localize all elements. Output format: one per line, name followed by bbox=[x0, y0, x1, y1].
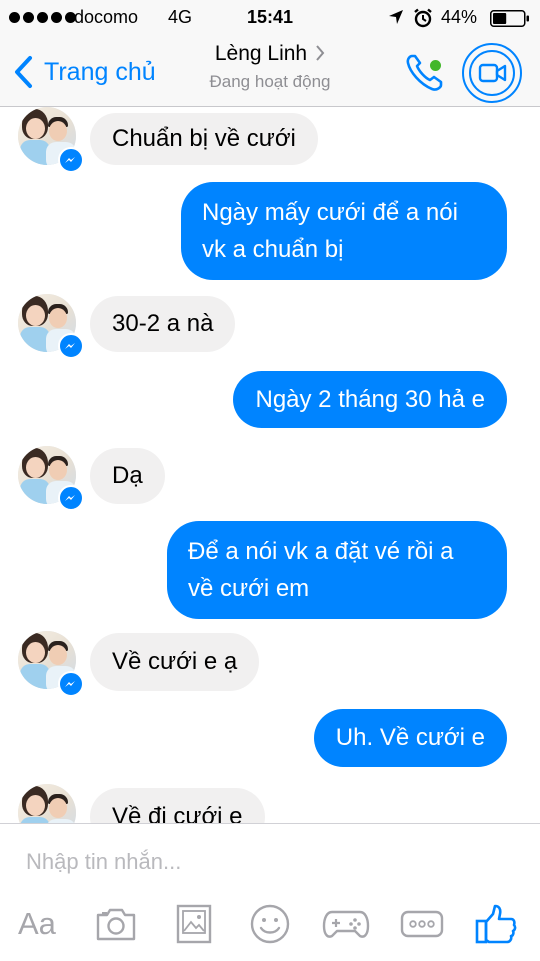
camera-button[interactable] bbox=[94, 902, 138, 946]
header: docomo 4G 15:41 44% Trang chủ Lèng Linh … bbox=[0, 0, 540, 107]
like-icon bbox=[475, 904, 517, 944]
video-call-button[interactable] bbox=[462, 43, 522, 103]
outgoing-message[interactable]: Ngày mấy cưới để a nói vk a chuẩn bị bbox=[181, 182, 507, 280]
back-label: Trang chủ bbox=[44, 57, 156, 86]
message-input[interactable] bbox=[26, 844, 506, 880]
messenger-badge-icon bbox=[58, 147, 84, 173]
like-button[interactable] bbox=[474, 902, 518, 946]
outgoing-message[interactable]: Để a nói vk a đặt vé rồi a về cưới em bbox=[167, 521, 507, 619]
photo-gallery-button[interactable] bbox=[172, 902, 216, 946]
message-thread[interactable]: Chuẩn bị về cưới Ngày mấy cưới để a nói … bbox=[0, 107, 540, 823]
back-button[interactable]: Trang chủ bbox=[12, 52, 156, 92]
alarm-icon bbox=[414, 8, 432, 28]
contact-avatar[interactable] bbox=[18, 784, 76, 823]
incoming-message[interactable]: 30-2 a nà bbox=[90, 296, 236, 352]
outgoing-message[interactable]: Ngày 2 tháng 30 hả e bbox=[233, 371, 507, 428]
sticker-button[interactable] bbox=[248, 902, 292, 946]
chevron-left-icon bbox=[15, 56, 32, 88]
conversation-title[interactable]: Lèng Linh Đang hoạt động bbox=[150, 42, 390, 92]
battery-percentage: 44% bbox=[441, 7, 478, 27]
incoming-message[interactable]: Chuẩn bị về cưới bbox=[90, 113, 318, 165]
text-style-icon: Aa bbox=[18, 906, 56, 941]
status-bar: docomo 4G 15:41 44% bbox=[0, 0, 540, 36]
messenger-badge-icon bbox=[58, 485, 84, 511]
photo-gallery-icon bbox=[176, 904, 212, 944]
video-camera-icon bbox=[478, 63, 507, 83]
more-icon bbox=[400, 910, 444, 938]
games-button[interactable] bbox=[322, 902, 370, 946]
sticker-smiley-icon bbox=[250, 904, 290, 944]
incoming-message[interactable]: Về cưới e ạ bbox=[90, 633, 260, 691]
chevron-right-icon bbox=[316, 45, 325, 61]
contact-name: Lèng Linh bbox=[214, 42, 308, 65]
battery-icon bbox=[490, 10, 529, 27]
camera-icon bbox=[96, 908, 136, 941]
incoming-message[interactable]: Về đi cưới e bbox=[90, 788, 265, 823]
messenger-badge-icon bbox=[58, 333, 84, 359]
online-indicator bbox=[428, 58, 443, 73]
text-style-button[interactable]: Aa bbox=[18, 902, 62, 946]
messenger-badge-icon bbox=[58, 671, 84, 697]
message-composer: Aa bbox=[0, 823, 540, 961]
presence-status: Đang hoạt động bbox=[209, 72, 331, 91]
location-arrow-icon bbox=[389, 10, 403, 24]
outgoing-message[interactable]: Uh. Về cưới e bbox=[313, 709, 507, 767]
more-options-button[interactable] bbox=[400, 902, 444, 946]
incoming-message[interactable]: Dạ bbox=[90, 448, 165, 504]
game-controller-icon bbox=[322, 910, 370, 938]
